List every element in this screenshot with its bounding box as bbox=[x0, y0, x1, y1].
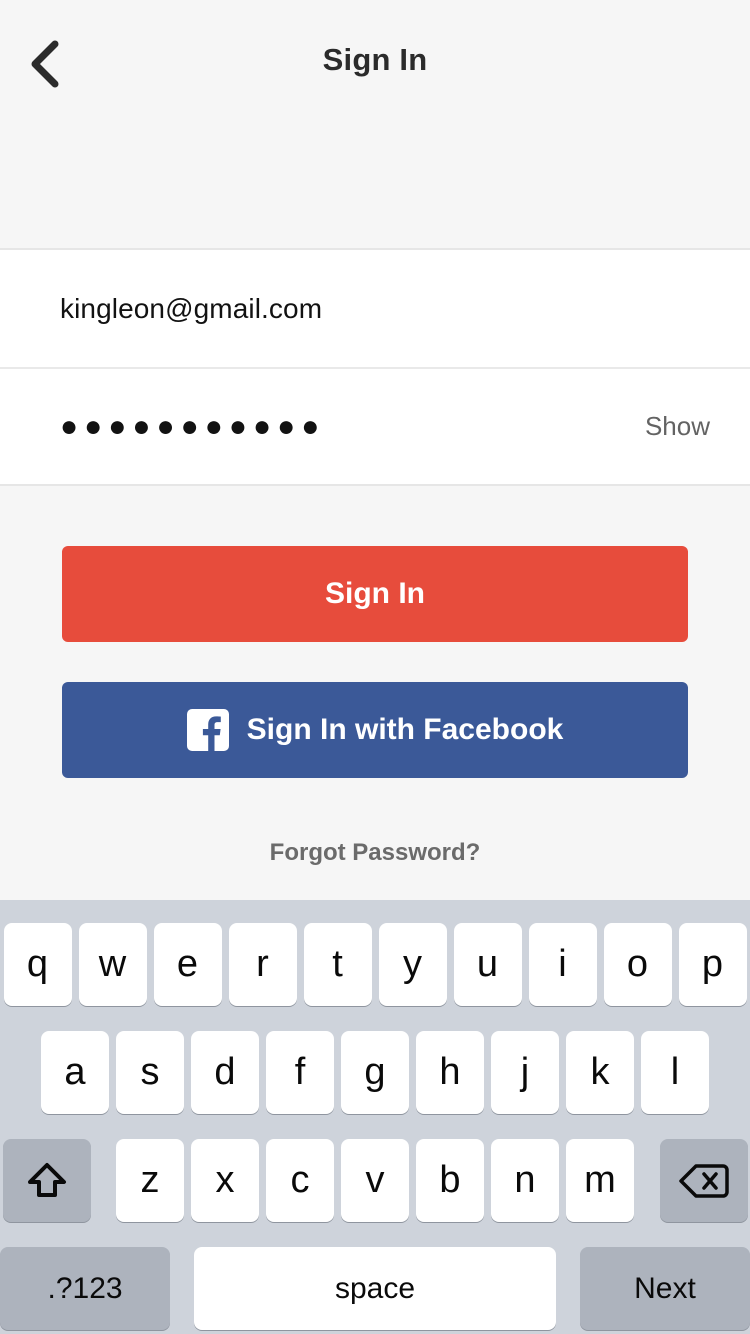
space-key[interactable]: space bbox=[194, 1247, 556, 1330]
key-i[interactable]: i bbox=[528, 923, 597, 1006]
password-input[interactable]: ●●●●●●●●●●● bbox=[60, 411, 645, 442]
actions-section: Sign In Sign In with Facebook Forgot Pas… bbox=[0, 487, 750, 900]
password-field-row[interactable]: ●●●●●●●●●●● Show bbox=[0, 367, 750, 484]
backspace-key[interactable] bbox=[659, 1139, 748, 1222]
key-e[interactable]: e bbox=[153, 923, 222, 1006]
key-c[interactable]: c bbox=[266, 1139, 334, 1222]
show-password-button[interactable]: Show bbox=[645, 411, 710, 442]
key-a[interactable]: a bbox=[41, 1031, 109, 1114]
key-s[interactable]: s bbox=[116, 1031, 184, 1114]
key-k[interactable]: k bbox=[566, 1031, 634, 1114]
keyboard-row-2: a s d f g h j k l bbox=[0, 1031, 750, 1114]
key-w[interactable]: w bbox=[78, 923, 147, 1006]
sign-in-screen: Sign In kingleon@gmail.com ●●●●●●●●●●● S… bbox=[0, 0, 750, 1334]
key-h[interactable]: h bbox=[416, 1031, 484, 1114]
key-n[interactable]: n bbox=[491, 1139, 559, 1222]
navigation-bar: Sign In bbox=[0, 0, 750, 250]
shift-arrow-icon bbox=[25, 1159, 69, 1203]
next-key[interactable]: Next bbox=[579, 1247, 750, 1330]
credentials-form: kingleon@gmail.com ●●●●●●●●●●● Show bbox=[0, 250, 750, 486]
key-r[interactable]: r bbox=[228, 923, 297, 1006]
page-title: Sign In bbox=[322, 42, 428, 77]
key-l[interactable]: l bbox=[641, 1031, 709, 1114]
key-b[interactable]: b bbox=[416, 1139, 484, 1222]
key-v[interactable]: v bbox=[341, 1139, 409, 1222]
key-f[interactable]: f bbox=[266, 1031, 334, 1114]
key-q[interactable]: q bbox=[3, 923, 72, 1006]
keyboard-row-4: .?123 space Next bbox=[0, 1247, 750, 1330]
key-d[interactable]: d bbox=[191, 1031, 259, 1114]
key-g[interactable]: g bbox=[341, 1031, 409, 1114]
sign-in-with-facebook-button[interactable]: Sign In with Facebook bbox=[62, 682, 688, 778]
key-y[interactable]: y bbox=[378, 923, 447, 1006]
key-t[interactable]: t bbox=[303, 923, 372, 1006]
numeric-mode-key[interactable]: .?123 bbox=[0, 1247, 171, 1330]
email-field-row[interactable]: kingleon@gmail.com bbox=[0, 250, 750, 367]
key-x[interactable]: x bbox=[191, 1139, 259, 1222]
keyboard-row-3: z x c v b n m bbox=[0, 1139, 750, 1222]
sign-in-button-label: Sign In bbox=[325, 577, 425, 610]
keyboard-row-1: q w e r t y u i o p bbox=[0, 923, 750, 1006]
key-m[interactable]: m bbox=[566, 1139, 634, 1222]
key-u[interactable]: u bbox=[453, 923, 522, 1006]
key-p[interactable]: p bbox=[678, 923, 747, 1006]
key-o[interactable]: o bbox=[603, 923, 672, 1006]
facebook-button-label: Sign In with Facebook bbox=[246, 713, 564, 746]
email-input[interactable]: kingleon@gmail.com bbox=[60, 293, 710, 325]
facebook-logo-icon bbox=[186, 709, 229, 751]
sign-in-button[interactable]: Sign In bbox=[62, 546, 688, 642]
shift-key[interactable] bbox=[2, 1139, 91, 1222]
on-screen-keyboard: q w e r t y u i o p a s d f g h j k l z … bbox=[0, 900, 750, 1334]
key-z[interactable]: z bbox=[116, 1139, 184, 1222]
backspace-delete-icon bbox=[678, 1161, 730, 1201]
key-j[interactable]: j bbox=[491, 1031, 559, 1114]
forgot-password-link[interactable]: Forgot Password? bbox=[0, 839, 750, 867]
